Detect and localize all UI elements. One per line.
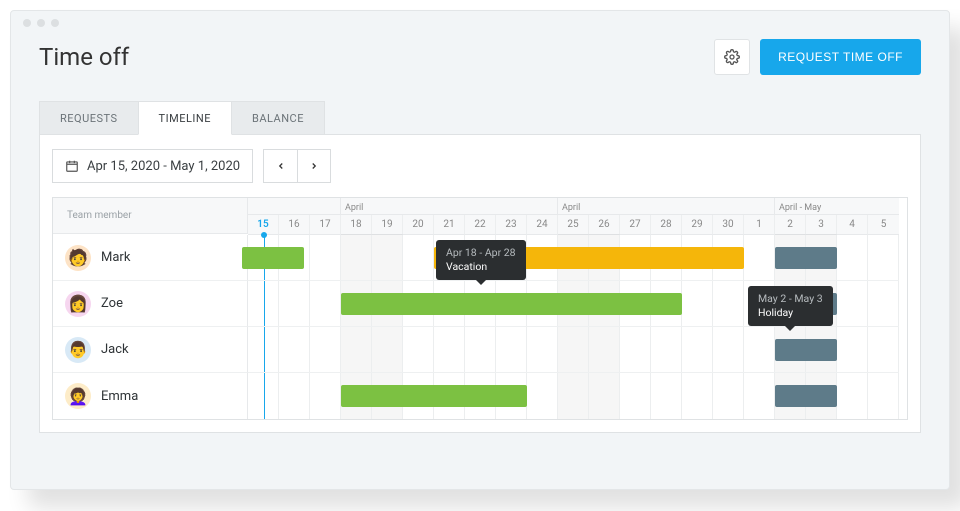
member-row-body[interactable] <box>248 327 899 373</box>
prev-range-button[interactable] <box>263 149 297 183</box>
timeoff-bar[interactable] <box>242 247 304 269</box>
day-header[interactable]: 1 <box>744 215 775 235</box>
day-header[interactable]: 18 <box>341 215 372 235</box>
settings-button[interactable] <box>714 39 750 75</box>
timeoff-bar[interactable] <box>341 385 527 407</box>
day-header[interactable]: 5 <box>868 215 899 235</box>
month-group <box>248 198 341 214</box>
day-header[interactable]: 2 <box>775 215 806 235</box>
member-row-label[interactable]: 👩‍🦱 Emma <box>53 373 248 419</box>
page-title: Time off <box>39 43 714 71</box>
day-header[interactable]: 20 <box>403 215 434 235</box>
gear-icon <box>724 49 740 65</box>
member-name: Emma <box>101 389 138 404</box>
request-time-off-button[interactable]: REQUEST TIME OFF <box>760 39 921 75</box>
timeoff-bar[interactable] <box>775 385 837 407</box>
avatar: 👩 <box>65 291 91 317</box>
day-header[interactable]: 27 <box>620 215 651 235</box>
tab-requests[interactable]: REQUESTS <box>39 101 139 135</box>
month-group: April <box>558 198 775 214</box>
timeoff-bar[interactable] <box>341 293 682 315</box>
day-header[interactable]: 3 <box>806 215 837 235</box>
member-name: Zoe <box>101 296 123 311</box>
day-header[interactable]: 21 <box>434 215 465 235</box>
month-group: April <box>341 198 558 214</box>
member-row-label[interactable]: 👨 Jack <box>53 327 248 373</box>
calendar-icon <box>65 159 79 173</box>
chevron-right-icon <box>309 161 319 171</box>
day-header[interactable]: 28 <box>651 215 682 235</box>
tooltip-vacation: Apr 18 - Apr 28 Vacation <box>436 240 526 280</box>
team-member-header: Team member <box>53 198 248 234</box>
member-row-label[interactable]: 🧑 Mark <box>53 235 248 281</box>
chevron-left-icon <box>276 161 286 171</box>
day-header-row: 15 16 17 18 19 20 21 22 23 24 25 26 27 2… <box>248 215 899 235</box>
avatar: 👩‍🦱 <box>65 383 91 409</box>
window-min-icon[interactable] <box>37 19 45 27</box>
window-close-icon[interactable] <box>23 19 31 27</box>
avatar: 👨 <box>65 337 91 363</box>
day-header[interactable]: 29 <box>682 215 713 235</box>
tooltip-holiday: May 2 - May 3 Holiday <box>748 286 833 326</box>
day-header[interactable]: 26 <box>589 215 620 235</box>
timeline-grid: Apr 18 - Apr 28 Vacation May 2 - May 3 H… <box>52 197 908 420</box>
day-header[interactable]: 17 <box>310 215 341 235</box>
month-group-row: April April April - May <box>248 198 899 215</box>
month-group: April - May <box>775 198 899 214</box>
next-range-button[interactable] <box>297 149 331 183</box>
timeoff-bar[interactable] <box>775 339 837 361</box>
member-row-label[interactable]: 👩 Zoe <box>53 281 248 327</box>
member-name: Jack <box>101 342 129 357</box>
date-nav <box>263 149 331 183</box>
date-range-picker[interactable]: Apr 15, 2020 - May 1, 2020 <box>52 149 253 183</box>
tab-bar: REQUESTS TIMELINE BALANCE <box>11 85 949 135</box>
day-header[interactable]: 23 <box>496 215 527 235</box>
date-controls: Apr 15, 2020 - May 1, 2020 <box>52 149 908 183</box>
tooltip-label: Vacation <box>446 260 487 273</box>
tooltip-range: Apr 18 - Apr 28 <box>446 246 516 260</box>
member-row-body[interactable] <box>248 235 899 281</box>
timeline-panel: Apr 15, 2020 - May 1, 2020 Apr 18 - Apr … <box>39 134 921 433</box>
tooltip-range: May 2 - May 3 <box>758 292 823 306</box>
tab-balance[interactable]: BALANCE <box>231 101 325 135</box>
day-header[interactable]: 25 <box>558 215 589 235</box>
member-row-body[interactable] <box>248 373 899 419</box>
day-header[interactable]: 22 <box>465 215 496 235</box>
timeoff-bar[interactable] <box>775 247 837 269</box>
member-name: Mark <box>101 250 130 265</box>
tab-timeline[interactable]: TIMELINE <box>138 101 232 135</box>
day-header[interactable]: 24 <box>527 215 558 235</box>
date-range-text: Apr 15, 2020 - May 1, 2020 <box>87 159 240 174</box>
tooltip-label: Holiday <box>758 306 793 319</box>
page-header: Time off REQUEST TIME OFF <box>11 11 949 85</box>
day-header[interactable]: 16 <box>279 215 310 235</box>
window-max-icon[interactable] <box>51 19 59 27</box>
avatar: 🧑 <box>65 245 91 271</box>
day-header[interactable]: 19 <box>372 215 403 235</box>
day-header[interactable]: 4 <box>837 215 868 235</box>
app-window: Time off REQUEST TIME OFF REQUESTS TIMEL… <box>10 10 950 490</box>
day-header[interactable]: 30 <box>713 215 744 235</box>
window-controls <box>23 19 59 27</box>
